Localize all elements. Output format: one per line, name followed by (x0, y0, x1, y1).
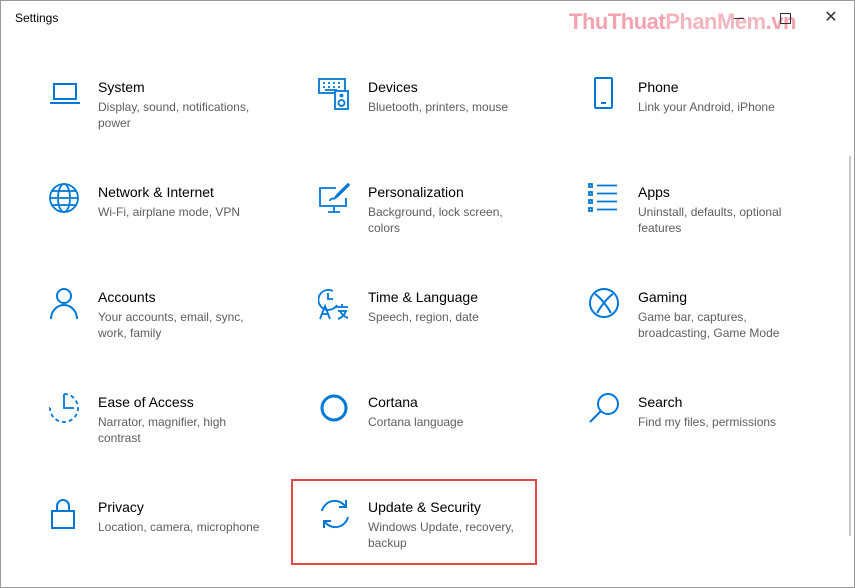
ease-of-access-icon (48, 392, 82, 426)
tile-description: Link your Android, iPhone (638, 100, 775, 114)
tile-description: Narrator, magnifier, high contrast (98, 415, 227, 445)
tile-description: Game bar, captures, broadcasting, Game M… (638, 310, 780, 340)
tile-description: Speech, region, date (368, 310, 479, 324)
person-icon (48, 287, 82, 321)
maximize-icon (779, 12, 791, 24)
tile-cortana[interactable]: Cortana Cortana language (318, 392, 558, 482)
tile-accounts[interactable]: Accounts Your accounts, email, sync, wor… (48, 287, 288, 377)
apps-list-icon (588, 182, 622, 216)
cortana-icon (318, 392, 352, 426)
scrollbar[interactable] (849, 156, 851, 536)
tile-time-language[interactable]: Time & Language Speech, region, date (318, 287, 558, 377)
tile-name: Ease of Access (98, 394, 194, 410)
search-icon (588, 392, 622, 426)
xbox-icon (588, 287, 622, 321)
tile-name: Privacy (98, 499, 144, 515)
tile-system[interactable]: System Display, sound, notifications, po… (48, 77, 288, 167)
tile-description: Your accounts, email, sync, work, family (98, 310, 244, 340)
tile-gaming[interactable]: Gaming Game bar, captures, broadcasting,… (588, 287, 828, 377)
tile-name: Apps (638, 184, 670, 200)
tile-description: Display, sound, notifications, power (98, 100, 250, 130)
laptop-icon (48, 77, 82, 111)
tile-description: Location, camera, microphone (98, 520, 260, 534)
tile-name: Personalization (368, 184, 464, 200)
minimize-button[interactable] (716, 1, 762, 35)
tile-name: Network & Internet (98, 184, 214, 200)
keyboard-speaker-icon (318, 77, 352, 111)
tile-privacy[interactable]: Privacy Location, camera, microphone (48, 497, 288, 587)
paint-screen-icon (318, 182, 352, 216)
tile-description: Uninstall, defaults, optional features (638, 205, 782, 235)
tile-description: Cortana language (368, 415, 464, 429)
tile-name: Accounts (98, 289, 156, 305)
tile-description: Wi-Fi, airplane mode, VPN (98, 205, 241, 219)
tile-search[interactable]: Search Find my files, permissions (588, 392, 828, 482)
minimize-icon (734, 17, 744, 19)
close-button[interactable]: ✕ (808, 1, 854, 35)
tile-description: Background, lock screen, colors (368, 205, 503, 235)
tile-description: Bluetooth, printers, mouse (368, 100, 509, 114)
tile-name: System (98, 79, 145, 95)
highlight-box (291, 479, 537, 565)
tile-apps[interactable]: Apps Uninstall, defaults, optional featu… (588, 182, 828, 272)
tile-ease-of-access[interactable]: Ease of Access Narrator, magnifier, high… (48, 392, 288, 482)
tile-name: Devices (368, 79, 418, 95)
phone-icon (588, 77, 622, 111)
tile-network-internet[interactable]: Network & Internet Wi-Fi, airplane mode,… (48, 182, 288, 272)
tile-name: Gaming (638, 289, 688, 305)
tile-name: Time & Language (368, 289, 478, 305)
tile-name: Search (638, 394, 683, 410)
tile-name: Cortana (368, 394, 418, 410)
tile-phone[interactable]: Phone Link your Android, iPhone (588, 77, 828, 167)
tile-name: Phone (638, 79, 679, 95)
tile-devices[interactable]: Devices Bluetooth, printers, mouse (318, 77, 558, 167)
settings-window: Settings ThuThuatPhanMem.vn ✕ System Dis… (0, 0, 855, 588)
tile-personalization[interactable]: Personalization Background, lock screen,… (318, 182, 558, 272)
title-bar[interactable]: Settings ThuThuatPhanMem.vn ✕ (1, 1, 854, 35)
close-icon: ✕ (824, 9, 838, 26)
window-title: Settings (15, 11, 59, 25)
maximize-button[interactable] (762, 1, 808, 35)
lock-icon (48, 497, 82, 531)
language-icon (318, 287, 352, 321)
globe-icon (48, 182, 82, 216)
tile-description: Find my files, permissions (638, 415, 777, 429)
